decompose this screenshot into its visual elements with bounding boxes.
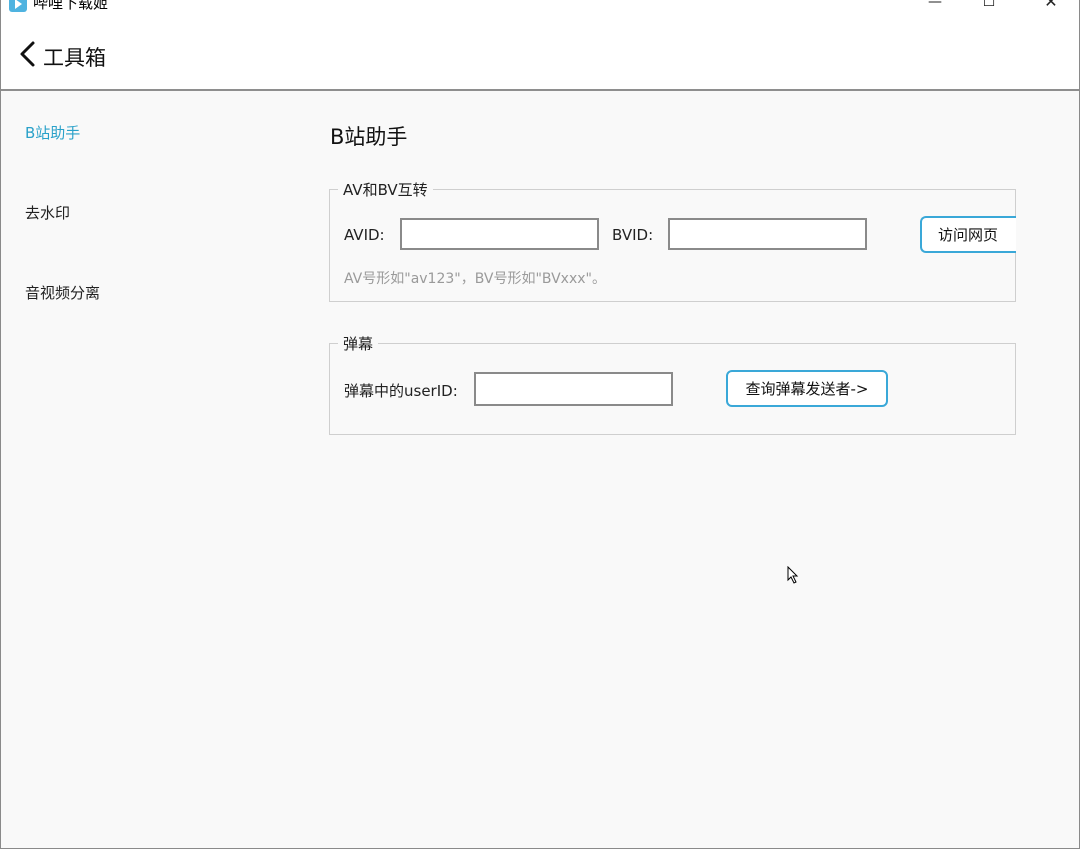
- close-button[interactable]: ✕: [1031, 0, 1071, 12]
- avid-input[interactable]: [400, 218, 599, 250]
- bvid-label: BVID:: [612, 226, 654, 244]
- page-title: 工具箱: [43, 46, 106, 70]
- sidebar-item-remove-watermark[interactable]: 去水印: [25, 202, 70, 223]
- userid-input[interactable]: [474, 372, 673, 406]
- danmaku-group: 弹幕 弹幕中的userID: 查询弹幕发送者->: [329, 333, 1016, 435]
- group-legend: AV和BV互转: [338, 179, 433, 200]
- avid-label: AVID:: [344, 226, 385, 244]
- format-hint: AV号形如"av123"，BV号形如"BVxxx"。: [344, 271, 606, 287]
- page-header: 工具箱: [1, 14, 1079, 91]
- sidebar-item-av-separation[interactable]: 音视频分离: [25, 282, 100, 303]
- section-title: B站助手: [330, 125, 408, 149]
- group-legend: 弹幕: [338, 333, 379, 354]
- chevron-left-icon[interactable]: [17, 40, 39, 68]
- sidebar-item-bilibili-helper[interactable]: B站助手: [25, 122, 80, 143]
- visit-webpage-button[interactable]: 访问网页: [920, 216, 1016, 253]
- query-sender-button[interactable]: 查询弹幕发送者->: [726, 370, 888, 407]
- minimize-button[interactable]: —: [915, 0, 955, 12]
- av-bv-convert-group: AV和BV互转 AVID: BVID: 访问网页 AV号形如"av123"，BV…: [329, 179, 1016, 302]
- bvid-input[interactable]: [668, 218, 867, 250]
- app-title: 哔哩下载姬: [33, 0, 109, 12]
- maximize-button[interactable]: ☐: [969, 0, 1009, 12]
- title-bar: 哔哩下载姬 — ☐ ✕: [1, 0, 1079, 14]
- mouse-cursor-icon: [787, 566, 799, 584]
- app-logo-icon: [9, 0, 27, 12]
- userid-label: 弹幕中的userID:: [344, 382, 458, 400]
